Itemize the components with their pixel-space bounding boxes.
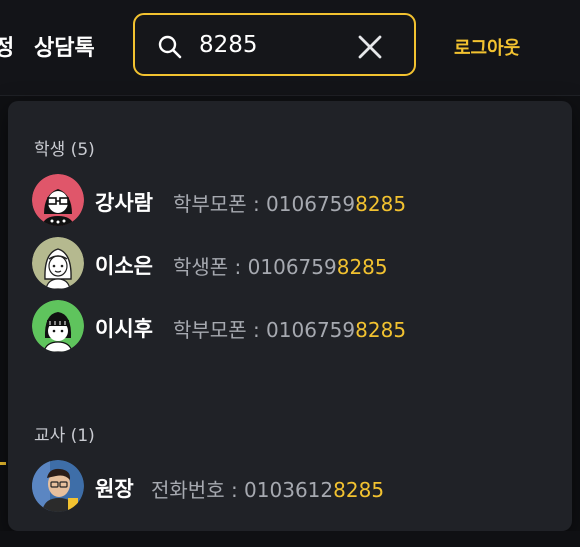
result-item-teacher[interactable]: 원장 전화번호 : 01036128285 — [32, 460, 552, 512]
result-name: 원장 — [95, 477, 134, 501]
top-bar: 정 상담톡 로그아웃 — [0, 0, 580, 96]
result-detail-match: 8285 — [355, 318, 407, 342]
avatar — [32, 237, 84, 289]
result-detail-match: 8285 — [355, 192, 407, 216]
background-accent — [0, 462, 6, 465]
avatar — [32, 300, 84, 352]
page-bottom — [0, 531, 580, 547]
result-name: 이시후 — [95, 317, 153, 341]
result-detail-match: 8285 — [336, 255, 388, 279]
search-input[interactable] — [199, 29, 349, 61]
section-title-teachers: 교사 (1) — [34, 426, 95, 446]
result-item-student[interactable]: 이시후 학부모폰 : 01067598285 — [32, 300, 552, 352]
result-item-student[interactable]: 강사람 학부모폰 : 01067598285 — [32, 174, 552, 226]
result-detail-match: 8285 — [333, 478, 385, 502]
result-detail: 학부모폰 : 01067598285 — [173, 188, 406, 217]
avatar — [32, 174, 84, 226]
section-title-students: 학생 (5) — [34, 140, 95, 160]
close-icon[interactable] — [357, 34, 383, 60]
avatar — [32, 460, 84, 512]
logout-button[interactable]: 로그아웃 — [454, 34, 520, 60]
result-detail-prefix: 전화번호 : 0103612 — [151, 478, 334, 502]
nav-item-chat[interactable]: 상담톡 — [34, 30, 95, 62]
search-box[interactable] — [133, 13, 416, 76]
result-name: 이소은 — [95, 254, 153, 278]
result-detail: 학부모폰 : 01067598285 — [173, 314, 406, 343]
result-name: 강사람 — [95, 191, 153, 215]
result-detail-prefix: 학부모폰 : 0106759 — [173, 318, 356, 342]
result-item-student[interactable]: 이소은 학생폰 : 01067598285 — [32, 237, 552, 289]
result-detail: 전화번호 : 01036128285 — [151, 474, 384, 503]
nav-item-partial[interactable]: 정 — [0, 30, 14, 62]
result-detail-prefix: 학부모폰 : 0106759 — [173, 192, 356, 216]
search-icon — [157, 34, 183, 60]
search-results-dropdown: 학생 (5) 강사람 학부모폰 : 01067598285 이소은 학생폰: … — [8, 101, 572, 531]
result-detail-prefix: 학생폰 : 0106759 — [173, 255, 337, 279]
result-detail: 학생폰 : 01067598285 — [173, 251, 388, 280]
